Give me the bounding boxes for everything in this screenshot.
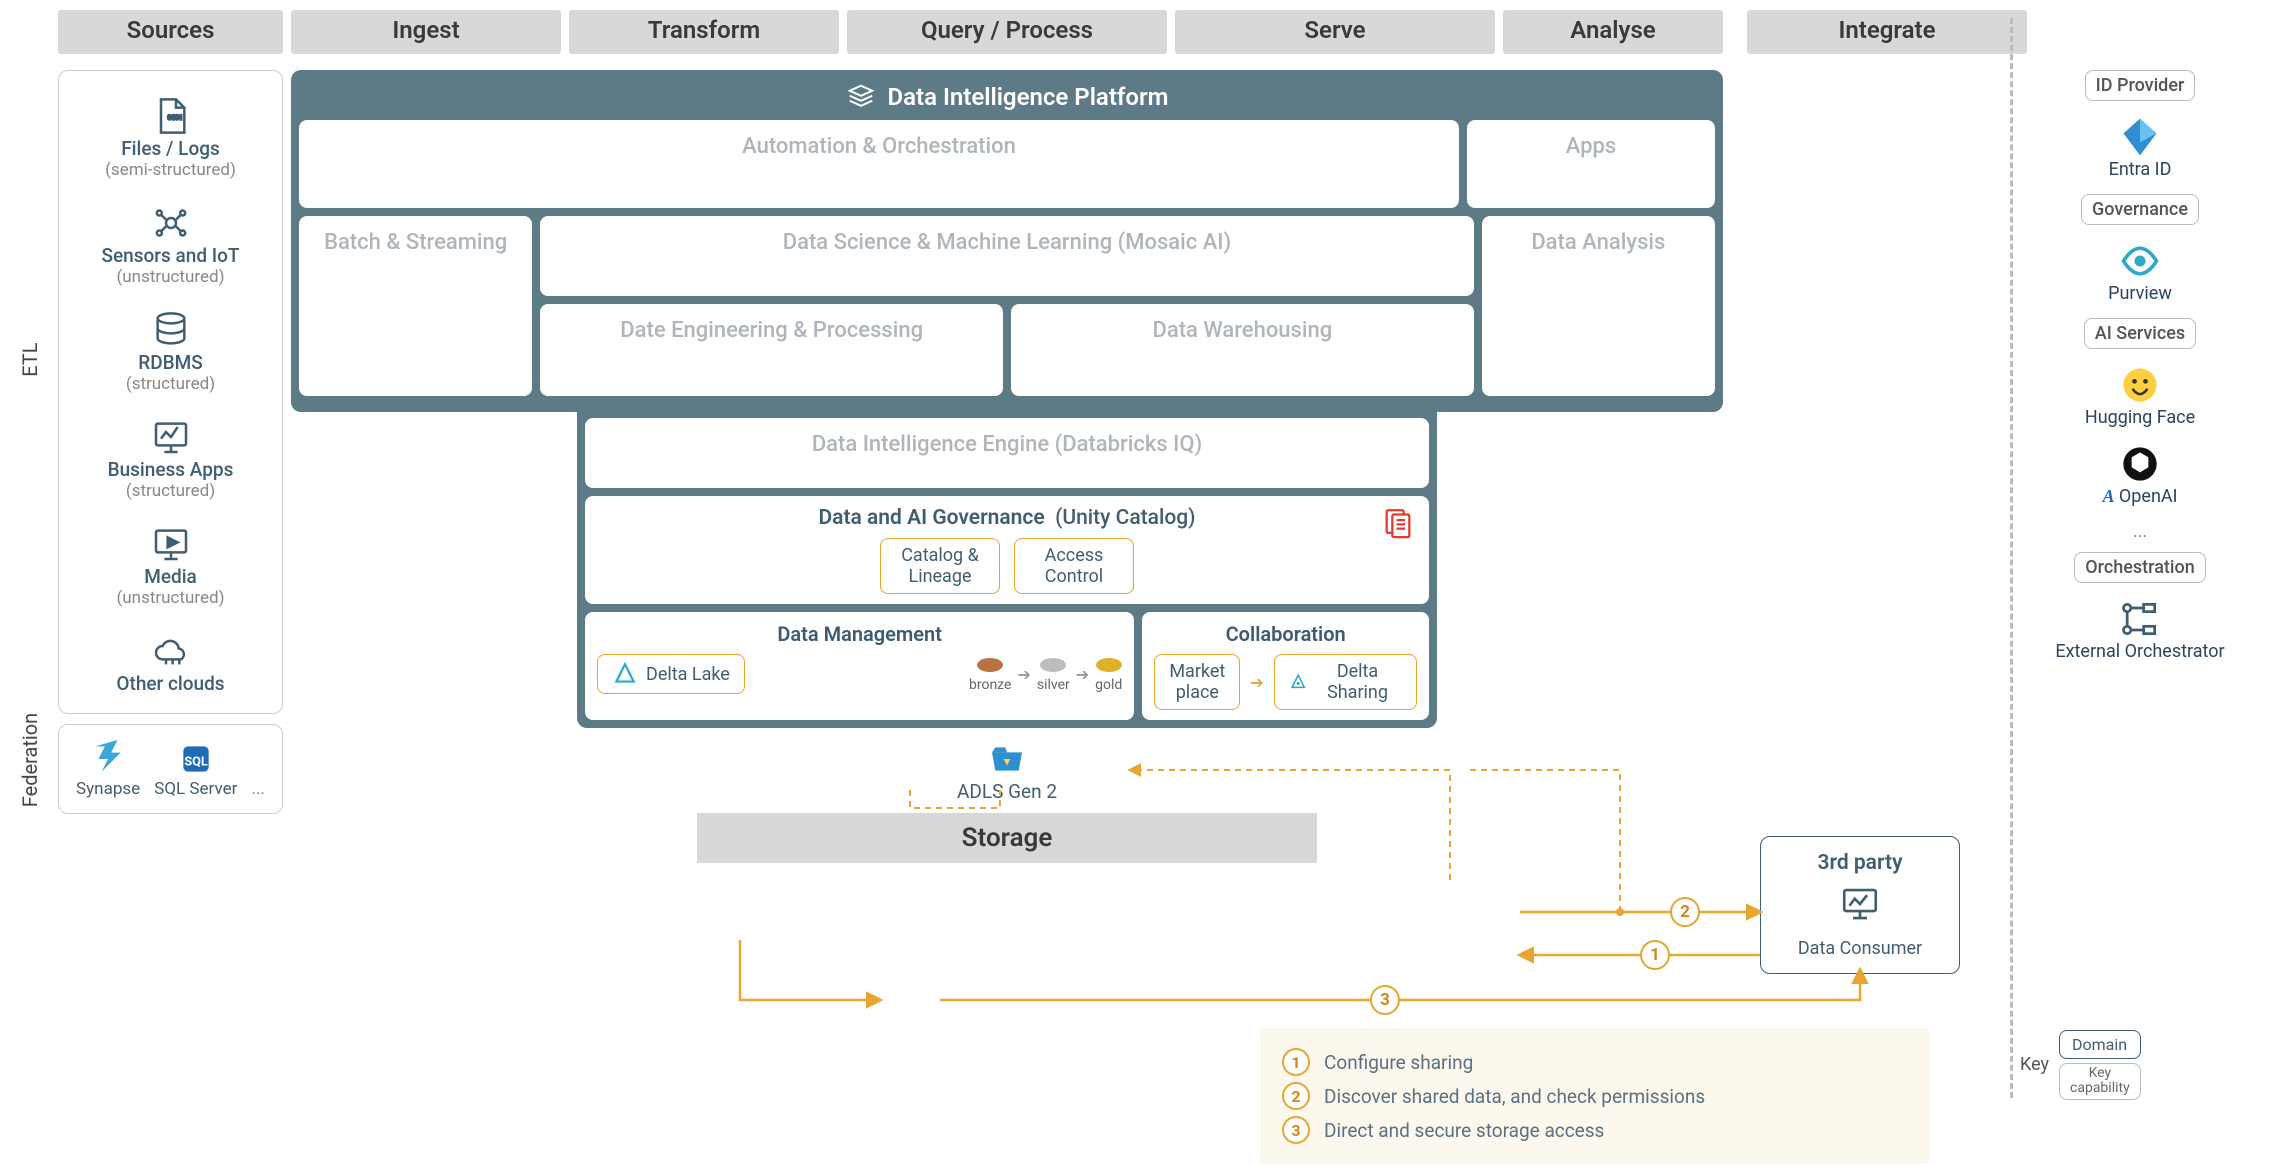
fed-synapse: Synapse [76,739,140,799]
federation-container: Synapse SQL SQL Server ... [58,724,283,814]
media-icon [67,523,274,565]
label-governance: Governance [2081,194,2199,225]
catalog-icon [1381,506,1415,545]
integrate-ext-orchestrator: External Orchestrator [2030,597,2250,662]
label-ai-services: AI Services [2084,318,2196,349]
capability-delta-sharing: Delta Sharing [1274,654,1417,710]
platform-container: Data Intelligence Platform Automation & … [291,70,1723,412]
arrow-icon: ➔ [1076,665,1089,684]
steps-panel: 1 Configure sharing 2 Discover shared da… [1260,1028,1930,1164]
step-1: 1 Configure sharing [1282,1048,1908,1076]
openai-icon [2030,442,2250,486]
gov-sub: (Unity Catalog) [1055,506,1195,530]
label-federation: Federation [10,657,50,863]
source-rdbms: RDBMS (structured) [67,309,274,394]
key-capability: Keycapability [2059,1063,2141,1100]
box-batch-streaming: Batch & Streaming [299,216,532,396]
delta-lake-icon [612,661,638,687]
source-clouds: Other clouds [67,630,274,695]
step-num-3: 3 [1282,1116,1310,1144]
box-dsml: Data Science & Machine Learning (Mosaic … [540,216,1473,296]
capability-access-control: Access Control [1014,538,1134,594]
step-3: 3 Direct and secure storage access [1282,1116,1908,1144]
storage-header: Storage [697,813,1317,863]
monitor-chart-icon [67,416,274,458]
capability-marketplace: Market place [1154,654,1240,710]
legend-key: Key Domain Keycapability [2020,1030,2141,1100]
bronze-tier-icon [977,658,1003,672]
flow-num-1: 1 [1640,940,1670,970]
step-num-2: 2 [1282,1082,1310,1110]
integrate-openai: A OpenAI [2030,442,2250,507]
synapse-icon [76,739,140,779]
key-domain: Domain [2059,1030,2141,1059]
integrate-container: ID Provider Entra ID Governance Purview … [2030,70,2250,676]
source-media: Media (unstructured) [67,523,274,608]
source-iot: Sensors and IoT (unstructured) [67,202,274,287]
entra-icon [2030,115,2250,159]
box-collaboration: Collaboration Market place ➔ Delta Shari… [1142,612,1429,720]
capability-catalog-lineage: Catalog & Lineage [880,538,1000,594]
label-id-provider: ID Provider [2085,70,2196,101]
flow-num-2: 2 [1670,897,1700,927]
integrate-more: ... [2030,521,2250,542]
file-icon: 0101 [67,95,274,137]
step-num-1: 1 [1282,1048,1310,1076]
iot-icon [67,202,274,244]
box-data-management: Data Management Delta Lake bronze ➔ [585,612,1134,720]
box-third-party: 3rd party Data Consumer [1760,836,1960,974]
purview-icon [2030,239,2250,283]
integrate-huggingface: Hugging Face [2030,363,2250,428]
source-files: 0101 Files / Logs (semi-structured) [67,95,274,180]
adls-icon [697,742,1317,776]
source-bapps: Business Apps (structured) [67,416,274,501]
gold-tier-icon [1096,658,1122,672]
flow-num-3: 3 [1370,985,1400,1015]
workflow-icon [2030,597,2250,641]
box-apps: Apps [1467,120,1715,208]
header-transform: Transform [569,10,839,54]
header-ingest: Ingest [291,10,561,54]
fed-more: ... [251,779,264,799]
fed-sqlserver: SQL SQL Server [154,739,237,799]
platform-lower-container: Data Intelligence Engine (Databricks IQ)… [577,410,1437,728]
box-automation: Automation & Orchestration [299,120,1459,208]
storage-adls-label: ADLS Gen 2 [697,780,1317,803]
label-etl: ETL [10,62,50,657]
sources-container: 0101 Files / Logs (semi-structured) Sens… [58,70,283,714]
header-sources: Sources [58,10,283,54]
huggingface-icon [2030,363,2250,407]
delta-sharing-icon [1289,671,1307,693]
integrate-entra: Entra ID [2030,115,2250,180]
box-governance: Data and AI Governance (Unity Catalog) C… [585,496,1429,604]
header-serve: Serve [1175,10,1495,54]
label-orchestration: Orchestration [2074,552,2205,583]
integrate-purview: Purview [2030,239,2250,304]
box-data-engineering: Date Engineering & Processing [540,304,1003,396]
platform-title: Data Intelligence Platform [299,78,1715,120]
svg-text:SQL: SQL [184,754,208,769]
section-divider [2010,18,2013,1098]
sql-icon: SQL [154,739,237,779]
silver-tier-icon [1040,658,1066,672]
header-query: Query / Process [847,10,1167,54]
box-engine: Data Intelligence Engine (Databricks IQ) [585,418,1429,488]
database-icon [67,309,274,351]
capability-delta-lake: Delta Lake [597,654,745,694]
box-data-analysis: Data Analysis [1482,216,1715,396]
arrow-icon: ➔ [1017,665,1030,684]
arrow-icon: ➔ [1250,673,1263,692]
gov-title: Data and AI Governance [819,506,1045,530]
header-analyse: Analyse [1503,10,1723,54]
consumer-icon [1771,883,1949,930]
box-data-warehousing: Data Warehousing [1011,304,1474,396]
step-2: 2 Discover shared data, and check permis… [1282,1082,1908,1110]
azure-a-icon: A [2102,486,2114,506]
header-integrate: Integrate [1747,10,2027,54]
svg-text:0101: 0101 [167,113,182,121]
cloud-icon [67,630,274,672]
